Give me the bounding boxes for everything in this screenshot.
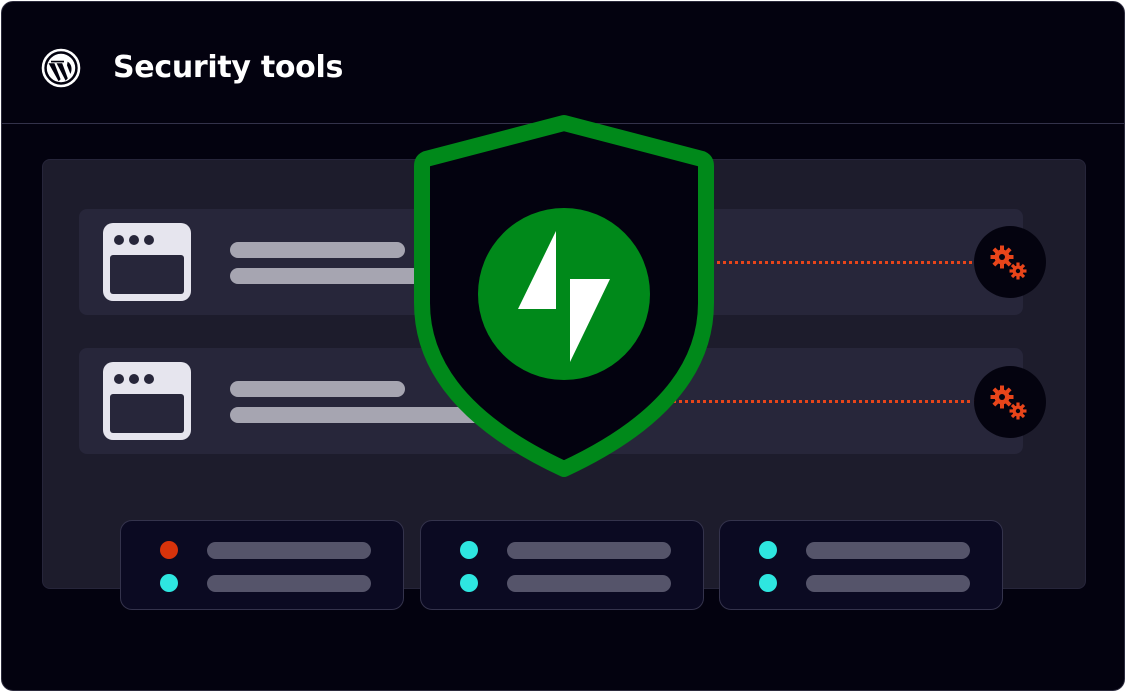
status-dot-cyan (460, 541, 478, 559)
status-card[interactable] (420, 520, 704, 610)
browser-window-icon (103, 223, 191, 301)
status-dot-red (160, 541, 178, 559)
browser-window-icon (103, 362, 191, 440)
gears-icon (990, 385, 1027, 420)
page-title: Security tools (113, 50, 344, 85)
gears-status-button[interactable] (974, 366, 1046, 438)
status-card[interactable] (120, 520, 404, 610)
status-dot-cyan (160, 574, 178, 592)
status-placeholder (507, 542, 671, 559)
scan-connector-line (700, 261, 978, 264)
app-header: Security tools (2, 2, 1124, 124)
status-placeholder (207, 542, 371, 559)
site-title-placeholder (230, 242, 405, 258)
status-card[interactable] (719, 520, 1003, 610)
status-dot-cyan (759, 574, 777, 592)
gears-icon (990, 245, 1027, 280)
gears-status-button[interactable] (974, 226, 1046, 298)
site-title-placeholder (230, 381, 405, 397)
jetpack-shield-icon (414, 115, 714, 477)
status-placeholder (806, 575, 970, 592)
status-placeholder (806, 542, 970, 559)
status-dot-cyan (759, 541, 777, 559)
status-placeholder (207, 575, 371, 592)
status-placeholder (507, 575, 671, 592)
wordpress-logo-icon (41, 48, 81, 88)
status-dot-cyan (460, 574, 478, 592)
